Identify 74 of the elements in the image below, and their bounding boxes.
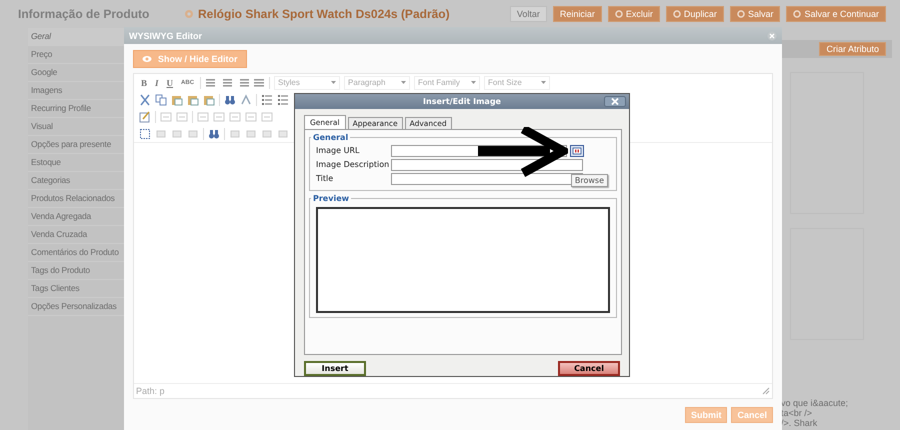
- toolbar-icon[interactable]: [261, 110, 273, 122]
- toolbar-icon[interactable]: [213, 110, 225, 122]
- dropdown[interactable]: Styles: [274, 76, 340, 90]
- align-icon[interactable]: [205, 76, 218, 88]
- back-button[interactable]: Voltar: [510, 6, 547, 22]
- header-button[interactable]: Salvar: [730, 6, 780, 22]
- modal-button[interactable]: Submit: [684, 407, 728, 423]
- page-title: Informação de Produto: [18, 7, 150, 21]
- caret-icon: [541, 80, 546, 84]
- create-attribute-button[interactable]: Criar Atributo: [819, 42, 886, 56]
- dropdown[interactable]: Font Size: [484, 76, 550, 90]
- paste-icon[interactable]: [171, 94, 183, 106]
- dialog-button[interactable]: Insert: [304, 361, 366, 376]
- section-legend: General: [311, 132, 350, 142]
- dialog-button[interactable]: Cancel: [558, 361, 620, 376]
- list-icon[interactable]: [261, 94, 273, 106]
- header-button[interactable]: Duplicar: [666, 6, 724, 22]
- close-icon[interactable]: [604, 96, 626, 107]
- toolbar-icon[interactable]: [245, 110, 257, 122]
- field-label: Title: [316, 174, 334, 183]
- cut-icon[interactable]: [139, 94, 151, 106]
- toolbar-icon[interactable]: [187, 128, 199, 140]
- toolbar-icon[interactable]: [197, 110, 209, 122]
- align-icon[interactable]: [221, 76, 234, 88]
- paste-icon[interactable]: [187, 94, 199, 106]
- format-button[interactable]: U: [164, 78, 176, 88]
- field-label: Image Description: [316, 160, 390, 169]
- toolbar-icon[interactable]: [229, 110, 241, 122]
- resize-handle-icon[interactable]: [762, 387, 770, 395]
- align-icon[interactable]: [237, 76, 250, 88]
- circle-icon: [614, 10, 623, 18]
- browse-icon[interactable]: [570, 144, 584, 156]
- copy-icon[interactable]: [155, 94, 167, 106]
- format-button[interactable]: I: [153, 78, 161, 88]
- select-all-icon[interactable]: [139, 128, 151, 140]
- toolbar-icon[interactable]: [171, 128, 183, 140]
- field-label: Image URL: [316, 146, 360, 155]
- gear-icon: [184, 9, 194, 19]
- header-button[interactable]: Salvar e Continuar: [786, 6, 886, 22]
- toolbar-icon[interactable]: [245, 128, 257, 140]
- caret-icon: [331, 80, 336, 84]
- list-icon[interactable]: [277, 94, 289, 106]
- paste-icon[interactable]: [203, 94, 215, 106]
- caret-icon: [471, 80, 476, 84]
- tooltip: Browse: [570, 174, 608, 186]
- header-button[interactable]: Excluir: [608, 6, 660, 22]
- align-icon[interactable]: [253, 76, 266, 88]
- product-title: Relógio Shark Sport Watch Ds024s (Padrão): [198, 7, 450, 21]
- dialog-title: Insert/Edit Image: [423, 96, 501, 106]
- modal-button[interactable]: Cancel: [731, 407, 773, 423]
- eye-icon: [142, 55, 152, 63]
- dropdown[interactable]: Paragraph: [344, 76, 410, 90]
- caret-icon: [401, 80, 406, 84]
- toolbar-icon[interactable]: [261, 128, 273, 140]
- binoculars-icon[interactable]: [224, 94, 236, 106]
- input-field[interactable]: [391, 158, 583, 170]
- circle-icon: [793, 10, 802, 18]
- edit-icon[interactable]: [139, 110, 151, 122]
- element-path: Path: p: [136, 386, 165, 396]
- toolbar-icon[interactable]: [176, 110, 188, 122]
- binoculars-icon[interactable]: [208, 128, 220, 140]
- modal-title: WYSIWYG Editor: [129, 30, 202, 40]
- header-button[interactable]: Reiniciar: [552, 6, 602, 22]
- toolbar-icon[interactable]: [160, 110, 172, 122]
- dropdown[interactable]: Font Family: [414, 76, 480, 90]
- show-hide-editor-button[interactable]: Show / Hide Editor: [133, 50, 247, 68]
- circle-icon: [672, 10, 681, 18]
- toolbar-icon[interactable]: [277, 128, 289, 140]
- sidebar-item[interactable]: Geral: [28, 28, 124, 46]
- section-legend: Preview: [311, 194, 352, 202]
- toolbar-icon[interactable]: [155, 128, 167, 140]
- format-button[interactable]: B: [139, 78, 150, 88]
- circle-icon: [736, 10, 745, 18]
- toolbar-icon[interactable]: [229, 128, 241, 140]
